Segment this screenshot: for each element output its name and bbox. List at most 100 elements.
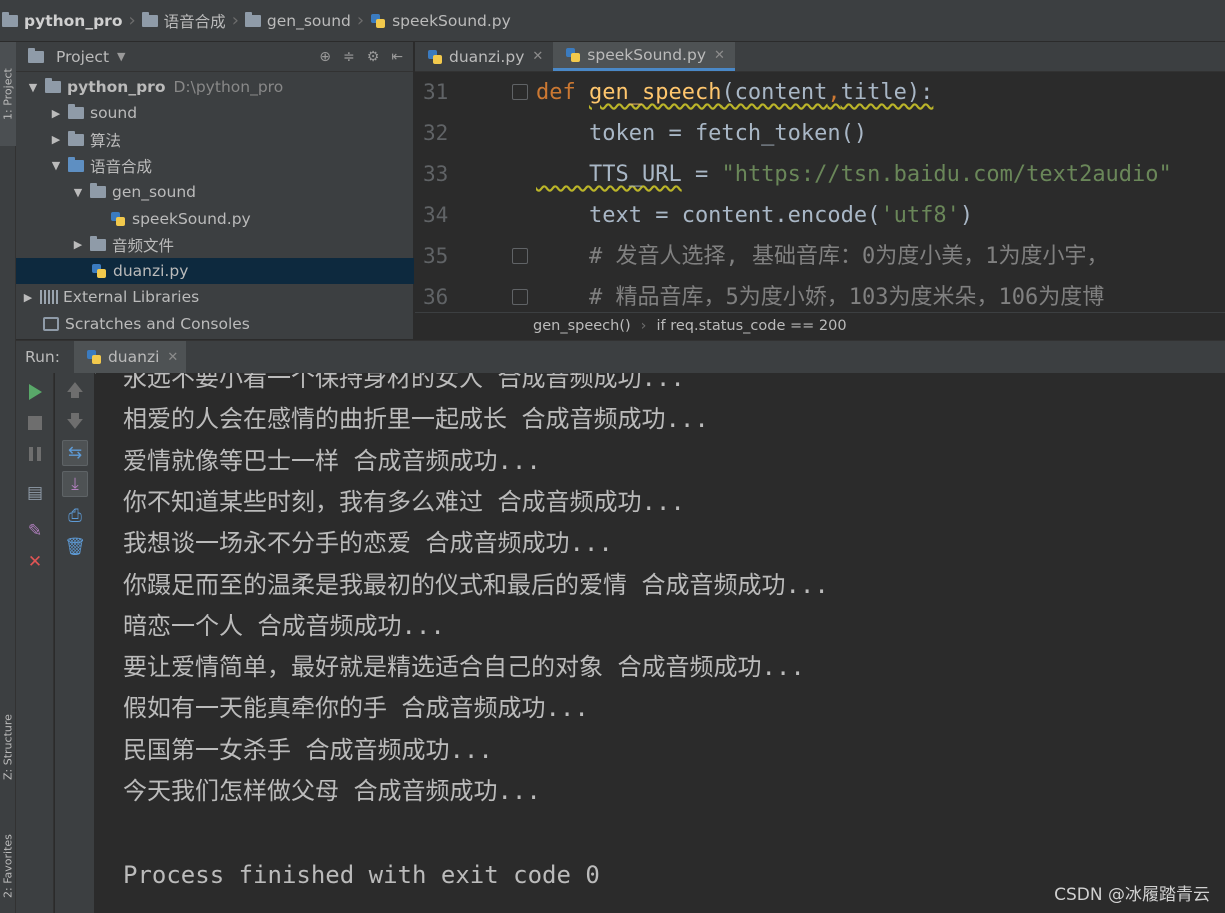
- run-tab-label: duanzi: [107, 348, 160, 366]
- code-token: ): [959, 203, 974, 228]
- dump-threads-icon: ▤: [26, 483, 44, 503]
- tree-item[interactable]: ▶ 音频文件: [16, 232, 414, 258]
- tree-item[interactable]: ▼ gen_sound: [16, 179, 414, 205]
- console-line: 你不知道某些时刻，我有多么难过 合成音频成功...: [123, 487, 685, 516]
- editor-breadcrumb-function[interactable]: gen_speech(): [533, 318, 631, 334]
- previous-occurrence-button[interactable]: 🡅: [62, 379, 88, 405]
- hide-panel-icon[interactable]: ⇤: [391, 49, 403, 65]
- close-icon[interactable]: ✕: [532, 49, 543, 64]
- console-line: 假如有一天能真牵你的手 合成音频成功...: [123, 694, 589, 723]
- print-button[interactable]: ⎙: [62, 503, 88, 529]
- clear-all-button[interactable]: 🗑: [62, 534, 88, 560]
- tree-item[interactable]: Scratches and Consoles: [16, 311, 414, 337]
- stop-icon: [28, 416, 42, 430]
- breadcrumb-item[interactable]: python_pro ›: [2, 0, 142, 42]
- chevron-down-icon[interactable]: ▼: [117, 50, 125, 63]
- run-tab-duanzi[interactable]: duanzi ✕: [73, 340, 187, 374]
- dump-threads-button[interactable]: ▤: [22, 480, 48, 506]
- chevron-right-icon[interactable]: ▶: [21, 291, 35, 304]
- chevron-right-icon: ›: [128, 10, 136, 31]
- code-token: title):: [840, 80, 934, 105]
- tree-item-label: speekSound.py: [132, 209, 251, 228]
- close-icon: ✕: [27, 552, 43, 572]
- tree-item-label: 算法: [90, 131, 122, 150]
- tree-item[interactable]: speekSound.py: [16, 206, 414, 232]
- tree-item-label: External Libraries: [63, 288, 200, 307]
- close-run-button[interactable]: ✕: [22, 549, 48, 575]
- pin-tab-button[interactable]: ✎: [22, 518, 48, 544]
- stop-button[interactable]: [22, 410, 48, 436]
- project-tool-tab[interactable]: 1: Project: [0, 42, 16, 146]
- breadcrumb-item[interactable]: gen_sound ›: [244, 0, 370, 42]
- code-line: # 发音人选择, 基础音库：0为度小美，1为度小宇，: [536, 236, 1108, 277]
- editor-breadcrumb-statement[interactable]: if req.status_code == 200: [656, 318, 846, 334]
- fold-marker-icon[interactable]: [512, 289, 528, 305]
- tree-item-label: python_pro: [67, 78, 166, 96]
- gear-icon[interactable]: ⚙: [367, 49, 380, 65]
- python-icon: [86, 349, 102, 365]
- arrow-up-icon: 🡅: [66, 380, 84, 401]
- tree-item[interactable]: ▼ python_pro D:\python_pro: [16, 74, 414, 100]
- editor-tabs: duanzi.py ✕ speekSound.py ✕: [415, 42, 1225, 72]
- code-token: =: [681, 162, 722, 187]
- soft-wrap-button[interactable]: ⇆: [62, 440, 88, 466]
- tree-item-label: gen_sound: [112, 183, 196, 202]
- chevron-right-icon[interactable]: ▶: [71, 238, 85, 251]
- tree-item-label: 语音合成: [90, 157, 153, 176]
- rerun-button[interactable]: [22, 379, 48, 405]
- fold-marker-icon[interactable]: [512, 84, 528, 100]
- chevron-right-icon[interactable]: ▶: [49, 107, 63, 120]
- line-number: 33: [423, 162, 449, 186]
- scratches-icon: [43, 316, 59, 331]
- close-icon[interactable]: ✕: [714, 48, 725, 63]
- gutter-line: 36: [415, 277, 500, 312]
- breadcrumb-item[interactable]: speekSound.py: [370, 0, 511, 42]
- pin-icon: ✎: [27, 521, 43, 541]
- collapse-all-icon[interactable]: ≑: [343, 49, 355, 65]
- line-number: 35: [423, 244, 449, 268]
- code-token: # 精品音库，5为度小娇，103为度米朵，106为度博: [536, 285, 1105, 310]
- console-line: 暗恋一个人 合成音频成功...: [123, 611, 445, 640]
- run-panel-label: Run:: [25, 348, 60, 366]
- line-number: 32: [423, 121, 449, 145]
- code-area[interactable]: 31 def gen_speech(content,title): 32 token…: [415, 72, 1225, 312]
- code-token: (content: [721, 80, 828, 105]
- editor-tab[interactable]: duanzi.py ✕: [415, 42, 553, 71]
- folder-icon: [90, 235, 106, 251]
- console-line: 爱情就像等巴士一样 合成音频成功...: [123, 446, 541, 475]
- tree-item[interactable]: ▶ 算法: [16, 127, 414, 153]
- editor-tab[interactable]: speekSound.py ✕: [553, 42, 735, 71]
- code-line: def gen_speech(content,title):: [536, 72, 933, 113]
- code-token: TTS_URL: [536, 162, 682, 187]
- code-token: token = fetch_token(): [536, 121, 868, 146]
- project-panel: Project ▼ ⊕ ≑ ⚙ ⇤ ▼ python_pro D:\python_p…: [16, 42, 414, 339]
- structure-tool-tab-label: Z: Structure: [1, 714, 15, 780]
- pause-button[interactable]: [22, 441, 48, 467]
- chevron-right-icon[interactable]: ▶: [49, 133, 63, 146]
- scroll-to-end-button[interactable]: ⤓: [62, 471, 88, 497]
- tree-item[interactable]: ▼ 语音合成: [16, 153, 414, 179]
- fold-marker-icon[interactable]: [512, 248, 528, 264]
- tree-item[interactable]: ▶ sound: [16, 100, 414, 126]
- next-occurrence-button[interactable]: 🡇: [62, 410, 88, 436]
- tree-item-path: D:\python_pro: [173, 78, 284, 96]
- chevron-down-icon[interactable]: ▼: [71, 186, 85, 199]
- tree-item[interactable]: ▶ External Libraries: [16, 284, 414, 310]
- console-line: 你蹑足而至的温柔是我最初的仪式和最后的爱情 合成音频成功...: [123, 570, 829, 599]
- tree-item-label: Scratches and Consoles: [65, 314, 250, 333]
- chevron-down-icon[interactable]: ▼: [26, 81, 40, 94]
- breadcrumb-item[interactable]: 语音合成 ›: [141, 0, 245, 42]
- project-view-selector[interactable]: Project: [56, 48, 109, 66]
- chevron-down-icon[interactable]: ▼: [49, 159, 63, 172]
- favorites-tool-tab[interactable]: 2: Favorites: [0, 820, 16, 913]
- structure-tool-tab[interactable]: Z: Structure: [0, 697, 16, 797]
- close-icon[interactable]: ✕: [167, 350, 178, 365]
- tree-item[interactable]: duanzi.py: [16, 258, 414, 285]
- tree-item-label: duanzi.py: [113, 262, 189, 281]
- breadcrumb-label: speekSound.py: [392, 11, 511, 30]
- run-console[interactable]: 永远不要小看一个保持身材的女人 合成音频成功... 相爱的人会在感情的曲折里一起成…: [96, 373, 1225, 913]
- gutter-line: 32: [415, 113, 500, 154]
- locate-icon[interactable]: ⊕: [319, 49, 331, 65]
- editor-tab-label: duanzi.py: [449, 47, 525, 66]
- folder-icon: [68, 104, 84, 120]
